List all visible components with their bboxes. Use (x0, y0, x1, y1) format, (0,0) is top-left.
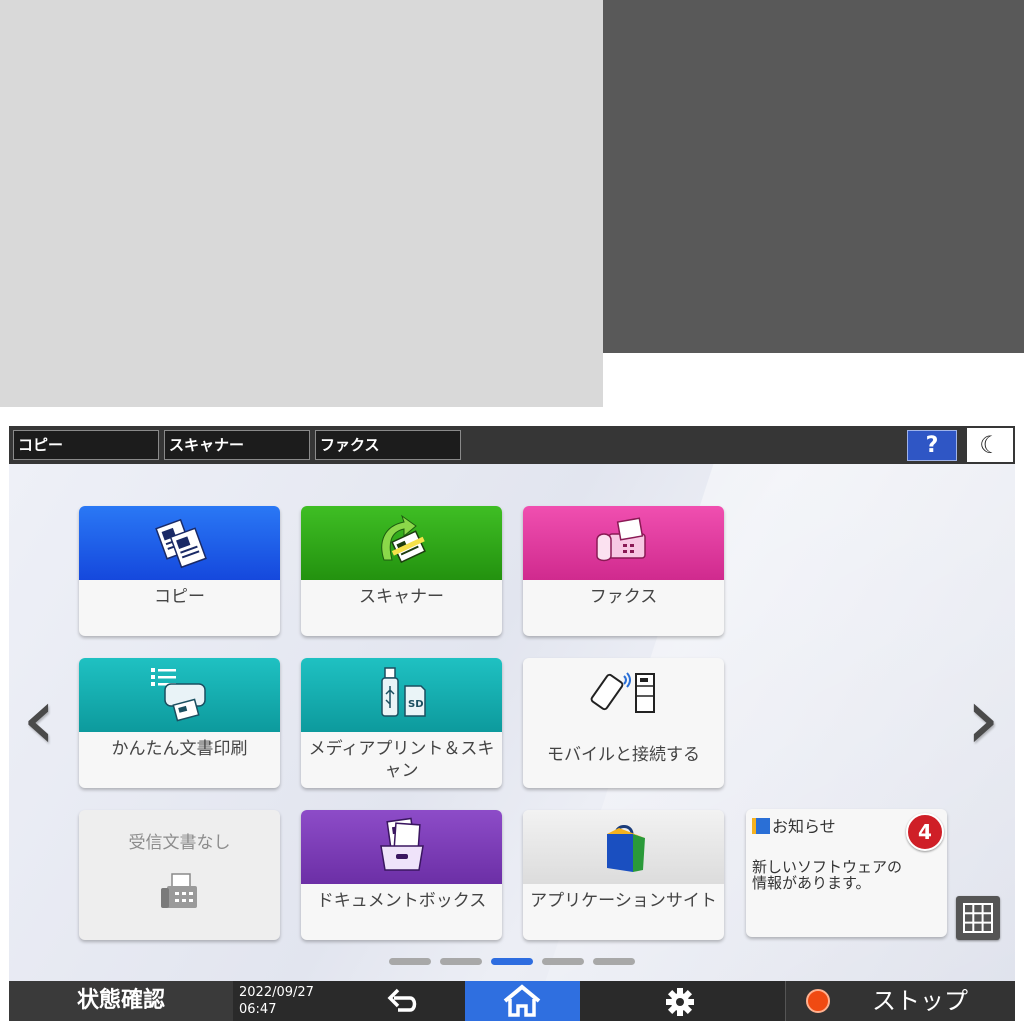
tile-document-box[interactable]: ドキュメントボックス (301, 810, 502, 940)
quick-tab-copy[interactable]: コピー (13, 430, 159, 460)
fax-icon (523, 512, 724, 574)
home-button[interactable] (465, 981, 580, 1021)
notice-widget[interactable]: お知らせ 4 新しいソフトウェアの情報があります。 (746, 809, 947, 937)
placeholder-block-dark (603, 0, 1024, 353)
easy-print-icon (79, 664, 280, 726)
tile-media-print[interactable]: SD メディアプリント＆スキャン (301, 658, 502, 788)
tile-received-documents: 受信文書なし (79, 810, 280, 940)
tile-label: アプリケーションサイト (530, 891, 717, 911)
tile-application-site[interactable]: アプリケーションサイト (523, 810, 724, 940)
page-dot[interactable] (389, 958, 431, 965)
mobile-connect-icon (523, 662, 724, 724)
moon-icon: ☾ (979, 431, 1001, 459)
notice-title: お知らせ (772, 817, 836, 836)
notice-book-icon (752, 818, 770, 834)
settings-button[interactable] (580, 981, 780, 1021)
tile-label: ファクス (589, 587, 658, 607)
help-button[interactable]: ? (907, 430, 957, 461)
tile-easy-print[interactable]: かんたん文書印刷 (79, 658, 280, 788)
back-arrow-icon (387, 988, 417, 1012)
tile-label: モバイルと接続する (547, 745, 700, 765)
stop-icon (806, 989, 830, 1013)
svg-text:SD: SD (408, 699, 424, 710)
copy-icon (79, 512, 280, 574)
tile-label: コピー (154, 587, 205, 607)
tile-label: かんたん文書印刷 (111, 739, 248, 759)
stop-label: ストップ (872, 987, 968, 1015)
tile-label: メディアプリント＆スキャン (308, 739, 495, 781)
quick-tab-scanner[interactable]: スキャナー (164, 430, 310, 460)
document-box-icon (301, 816, 502, 878)
home-screen: ‹ › コピー スキャナー ファクス かんたん文書印刷 SD メディアプリント＆… (9, 464, 1015, 981)
page-dot[interactable] (593, 958, 635, 965)
app-list-button[interactable] (956, 896, 1000, 940)
tile-fax[interactable]: ファクス (523, 506, 724, 636)
quick-access-bar: コピー スキャナー ファクス ? ☾ (9, 426, 1015, 464)
next-page-button[interactable]: › (961, 676, 1005, 766)
status-check-button[interactable]: 状態確認 (9, 981, 233, 1021)
back-button[interactable] (339, 981, 465, 1021)
stop-button[interactable]: ストップ (785, 981, 1015, 1021)
page-dot[interactable] (542, 958, 584, 965)
prev-page-button[interactable]: ‹ (17, 676, 61, 766)
notice-message: 新しいソフトウェアの情報があります。 (752, 858, 903, 892)
notice-header: お知らせ (752, 813, 836, 837)
usb-sd-icon: SD (301, 664, 502, 726)
grid-icon (963, 903, 993, 933)
fax-machine-icon (79, 868, 280, 930)
tile-label: 受信文書なし (128, 833, 231, 853)
quick-tab-fax[interactable]: ファクス (315, 430, 461, 460)
clock-date: 2022/09/27 (239, 985, 314, 1000)
scanner-icon (301, 512, 502, 574)
page-dot[interactable] (440, 958, 482, 965)
clock-time: 06:47 (239, 1002, 277, 1017)
tile-mobile-connect[interactable]: モバイルと接続する (523, 658, 724, 788)
device-panel: コピー スキャナー ファクス ? ☾ ‹ › コピー スキャナー ファクス かん… (9, 426, 1015, 1021)
sleep-mode-button[interactable]: ☾ (967, 428, 1013, 462)
page-dot-active[interactable] (491, 958, 533, 965)
placeholder-block-light (0, 0, 603, 407)
tile-label: ドキュメントボックス (316, 891, 487, 911)
tile-scanner[interactable]: スキャナー (301, 506, 502, 636)
home-icon (503, 984, 541, 1017)
notice-count-badge: 4 (906, 813, 944, 851)
clock: 2022/09/27 06:47 (239, 981, 339, 1024)
tile-copy[interactable]: コピー (79, 506, 280, 636)
shopping-bag-icon (523, 816, 724, 878)
gear-icon (666, 987, 694, 1016)
system-bar: 状態確認 2022/09/27 06:47 ストップ (9, 981, 1015, 1021)
tile-label: スキャナー (359, 587, 444, 607)
